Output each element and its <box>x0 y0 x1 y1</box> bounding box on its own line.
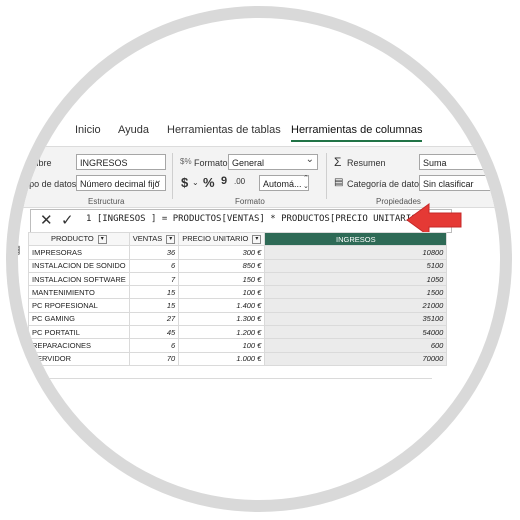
app-window: o Inicio Ayuda Herramientas de tablas He… <box>18 18 500 500</box>
decimal-places-input[interactable]: Automá... <box>259 175 309 191</box>
data-table: PRODUCTO ▾ VENTAS ▾ PRECIO UNITARIO ▾ INGRE… <box>28 231 448 366</box>
tab-herramientas-columnas[interactable]: Herramientas de columnas <box>291 124 423 142</box>
formula-bar: ✕ ✓ 1 [INGRESOS ] = PRODUCTOS[VENTAS] * … <box>30 209 452 233</box>
category-label: Categoría de datos <box>347 179 424 189</box>
cancel-formula-button[interactable]: ✕ <box>40 211 53 229</box>
datatype-label: Tipo de datos <box>22 179 77 189</box>
circular-frame: o Inicio Ayuda Herramientas de tablas He… <box>18 18 500 500</box>
format-label: Formato <box>194 158 228 168</box>
name-label: ombre <box>26 158 52 168</box>
table-cell[interactable]: 600 <box>264 338 448 353</box>
table-cell[interactable]: INSTALACION DE SONIDO <box>28 258 130 273</box>
table-cell[interactable]: 1050 <box>264 271 448 287</box>
report-view-icon[interactable]: ▥ <box>18 215 20 228</box>
table-cell[interactable]: 7 <box>128 271 180 287</box>
table-cell[interactable]: 6 <box>128 258 180 273</box>
data-view-icon[interactable]: ▦ <box>18 243 20 256</box>
summary-label: Resumen <box>347 158 386 168</box>
table-row[interactable]: MANTENIMIENTO 15 100 €1500 <box>28 285 448 300</box>
table-row[interactable]: IMPRESORAS 36 300 €10800 <box>28 245 448 260</box>
column-header[interactable]: PRECIO UNITARIO ▾ <box>178 231 266 247</box>
table-cell[interactable]: 5100 <box>264 258 448 273</box>
table-cell[interactable]: 27 <box>128 311 180 327</box>
filter-dropdown-icon[interactable]: ▾ <box>252 234 262 244</box>
table-row[interactable]: PC GAMING 27 1.300 €35100 <box>28 311 448 327</box>
column-header-label: PRECIO UNITARIO <box>182 234 249 244</box>
table-row[interactable]: REPARACIONES 6 100 €600 <box>28 338 448 353</box>
table-cell[interactable]: PC GAMING <box>28 311 130 327</box>
table-cell[interactable]: PC RPOFESIONAL <box>28 298 130 313</box>
table-cell[interactable]: SERVIDOR <box>28 351 130 366</box>
column-header[interactable]: VENTAS ▾ <box>128 231 180 247</box>
table-cell[interactable]: 150 € <box>178 271 266 287</box>
table-cell[interactable]: 15 <box>128 298 180 313</box>
filter-dropdown-icon[interactable]: ▾ <box>97 234 107 244</box>
table-cell[interactable]: INSTALACION SOFTWARE <box>28 271 130 287</box>
table-header-row: PRODUCTO ▾ VENTAS ▾ PRECIO UNITARIO ▾ INGRE… <box>28 231 448 247</box>
category-icon: ▤ <box>334 177 344 188</box>
table-cell[interactable]: 300 € <box>178 245 266 260</box>
tab-inicio[interactable]: Inicio <box>75 124 101 136</box>
table-cell[interactable]: 70000 <box>264 351 448 366</box>
table-row[interactable]: PC PORTATIL 45 1.200 €54000 <box>28 325 448 340</box>
ribbon-tabs: o Inicio Ayuda Herramientas de tablas He… <box>18 118 500 144</box>
table-row[interactable]: INSTALACION DE SONIDO 6 850 €5100 <box>28 258 448 273</box>
tab-herramientas-tablas[interactable]: Herramientas de tablas <box>167 124 281 136</box>
decimals-button[interactable]: .00 <box>234 177 245 186</box>
format-select[interactable]: General <box>228 154 318 170</box>
confirm-formula-button[interactable]: ✓ <box>61 211 74 229</box>
name-input[interactable]: INGRESOS <box>76 154 166 170</box>
table-cell[interactable]: 850 € <box>178 258 266 273</box>
comma-button[interactable]: 9 <box>221 175 227 187</box>
tab-ayuda[interactable]: Ayuda <box>118 124 149 136</box>
table-cell[interactable]: 21000 <box>264 298 448 313</box>
table-cell[interactable]: REPARACIONES <box>28 338 130 353</box>
table-cell[interactable]: 1500 <box>264 285 448 300</box>
table-row[interactable]: PC RPOFESIONAL 15 1.400 €21000 <box>28 298 448 313</box>
ribbon-separator <box>172 153 173 199</box>
percent-button[interactable]: % <box>203 175 215 190</box>
table-cell[interactable]: 35100 <box>264 311 448 327</box>
table-cell[interactable]: 54000 <box>264 325 448 340</box>
table-cell[interactable]: 70 <box>128 351 180 366</box>
table-cell[interactable]: 36 <box>128 245 180 260</box>
table-cell[interactable]: IMPRESORAS <box>28 245 130 260</box>
format-icon: $% <box>180 157 192 166</box>
table-cell[interactable]: MANTENIMIENTO <box>28 285 130 300</box>
ribbon-separator <box>326 153 327 199</box>
table-row[interactable]: INSTALACION SOFTWARE 7 150 €1050 <box>28 271 448 287</box>
category-select[interactable]: Sin clasificar <box>419 175 500 191</box>
table-row[interactable]: SERVIDOR 70 1.000 €70000 <box>28 351 448 366</box>
datatype-select[interactable]: Número decimal fijo <box>76 175 166 191</box>
table-cell[interactable]: 1.000 € <box>178 351 266 366</box>
table-cell[interactable]: 100 € <box>178 338 266 353</box>
table-cell[interactable]: 10800 <box>264 245 448 260</box>
table-cell[interactable]: 1.300 € <box>178 311 266 327</box>
table-cell[interactable]: 45 <box>128 325 180 340</box>
structure-group-label: Estructura <box>88 197 125 206</box>
ribbon: ombre INGRESOS Tipo de datos Número deci… <box>18 146 500 208</box>
decimal-stepper-icon[interactable]: ⌃ ⌄ <box>303 175 309 191</box>
summary-select[interactable]: Suma <box>419 154 500 170</box>
column-header[interactable]: PRODUCTO ▾ <box>28 231 130 247</box>
table-cell[interactable]: 1.400 € <box>178 298 266 313</box>
sigma-icon: Σ <box>334 155 342 169</box>
table-cell[interactable]: 15 <box>128 285 180 300</box>
table-cell[interactable]: PC PORTATIL <box>28 325 130 340</box>
format-group-label: Formato <box>235 197 265 206</box>
table-cell[interactable]: 6 <box>128 338 180 353</box>
column-header-selected[interactable]: INGRESOS <box>264 231 448 247</box>
column-header-label: INGRESOS <box>336 234 376 244</box>
tab-archivo[interactable]: o <box>38 124 44 136</box>
table-cell[interactable]: 100 € <box>178 285 266 300</box>
filter-dropdown-icon[interactable]: ▾ <box>166 234 176 244</box>
column-header-label: VENTAS <box>132 234 163 244</box>
currency-dropdown-icon[interactable]: ⌄ <box>192 178 199 187</box>
currency-button[interactable]: $ <box>181 175 188 190</box>
formula-input[interactable]: 1 [INGRESOS ] = PRODUCTOS[VENTAS] * PROD… <box>86 214 422 224</box>
column-header-label: PRODUCTO <box>50 234 94 244</box>
table-bottom-border <box>28 378 432 379</box>
table-cell[interactable]: 1.200 € <box>178 325 266 340</box>
